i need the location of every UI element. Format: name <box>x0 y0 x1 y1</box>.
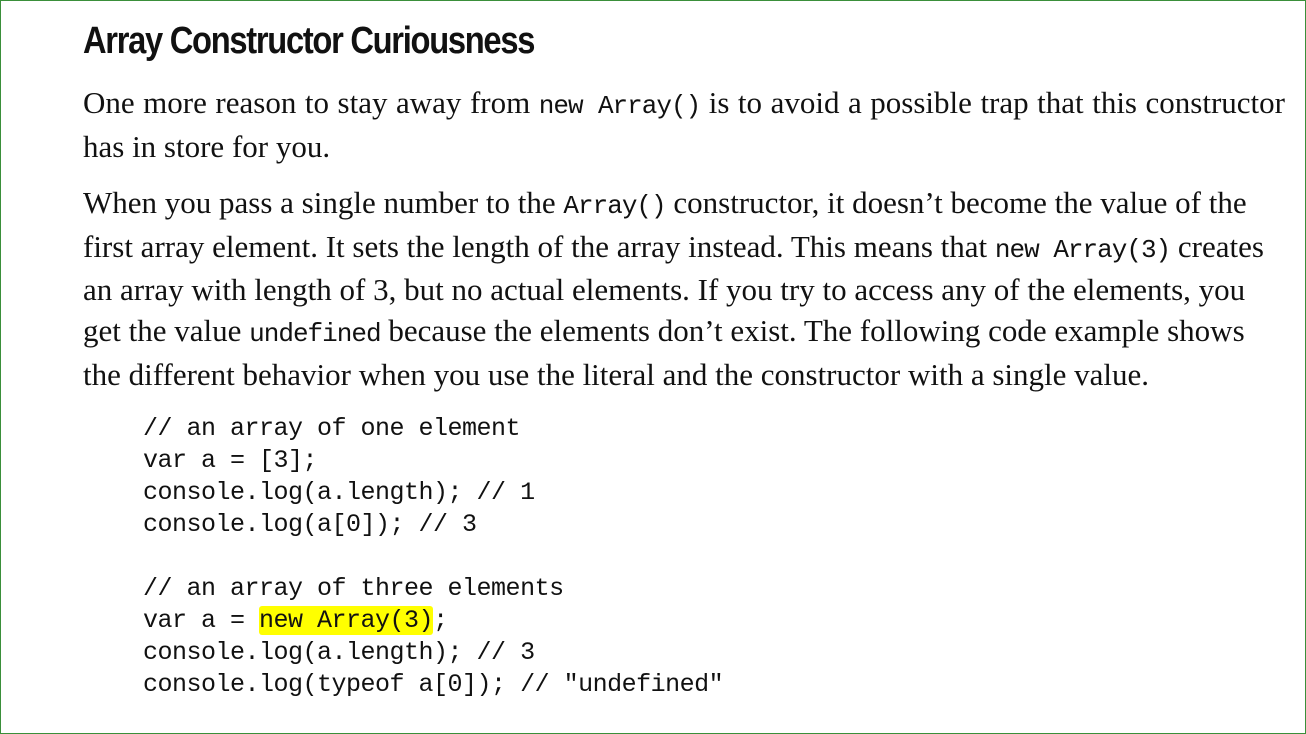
page-frame: Array Constructor Curiousness One more r… <box>0 0 1306 734</box>
code-example: // an array of one element var a = [3]; co… <box>143 413 1285 701</box>
code-line: // an array of three elements <box>143 574 564 604</box>
text-span: One more reason to stay away from <box>83 85 539 120</box>
highlighted-code: new Array(3) <box>259 606 434 636</box>
code-text: ; <box>433 606 448 636</box>
section-title: Array Constructor Curiousness <box>83 20 535 62</box>
inline-code: new Array() <box>538 91 701 121</box>
explanation-paragraph: When you pass a single number to the Arr… <box>83 183 1285 395</box>
code-line: console.log(a[0]); // 3 <box>143 510 477 540</box>
code-line: console.log(a.length); // 3 <box>143 638 535 668</box>
inline-code: new Array(3) <box>994 234 1171 265</box>
document-content: Array Constructor Curiousness One more r… <box>83 15 1285 701</box>
code-line-highlighted: var a = new Array(3); <box>143 605 1285 637</box>
code-line: var a = [3]; <box>143 446 318 476</box>
text-span: When you pass a single number to the <box>83 185 564 221</box>
code-text: var a = <box>143 606 260 636</box>
code-line: console.log(a.length); // 1 <box>143 478 535 508</box>
code-line: // an array of one element <box>143 414 521 444</box>
intro-paragraph: One more reason to stay away from new Ar… <box>83 83 1285 167</box>
inline-code: Array() <box>563 191 666 222</box>
code-line: console.log(typeof a[0]); // "undefined" <box>143 670 724 700</box>
inline-code: undefined <box>249 318 381 349</box>
